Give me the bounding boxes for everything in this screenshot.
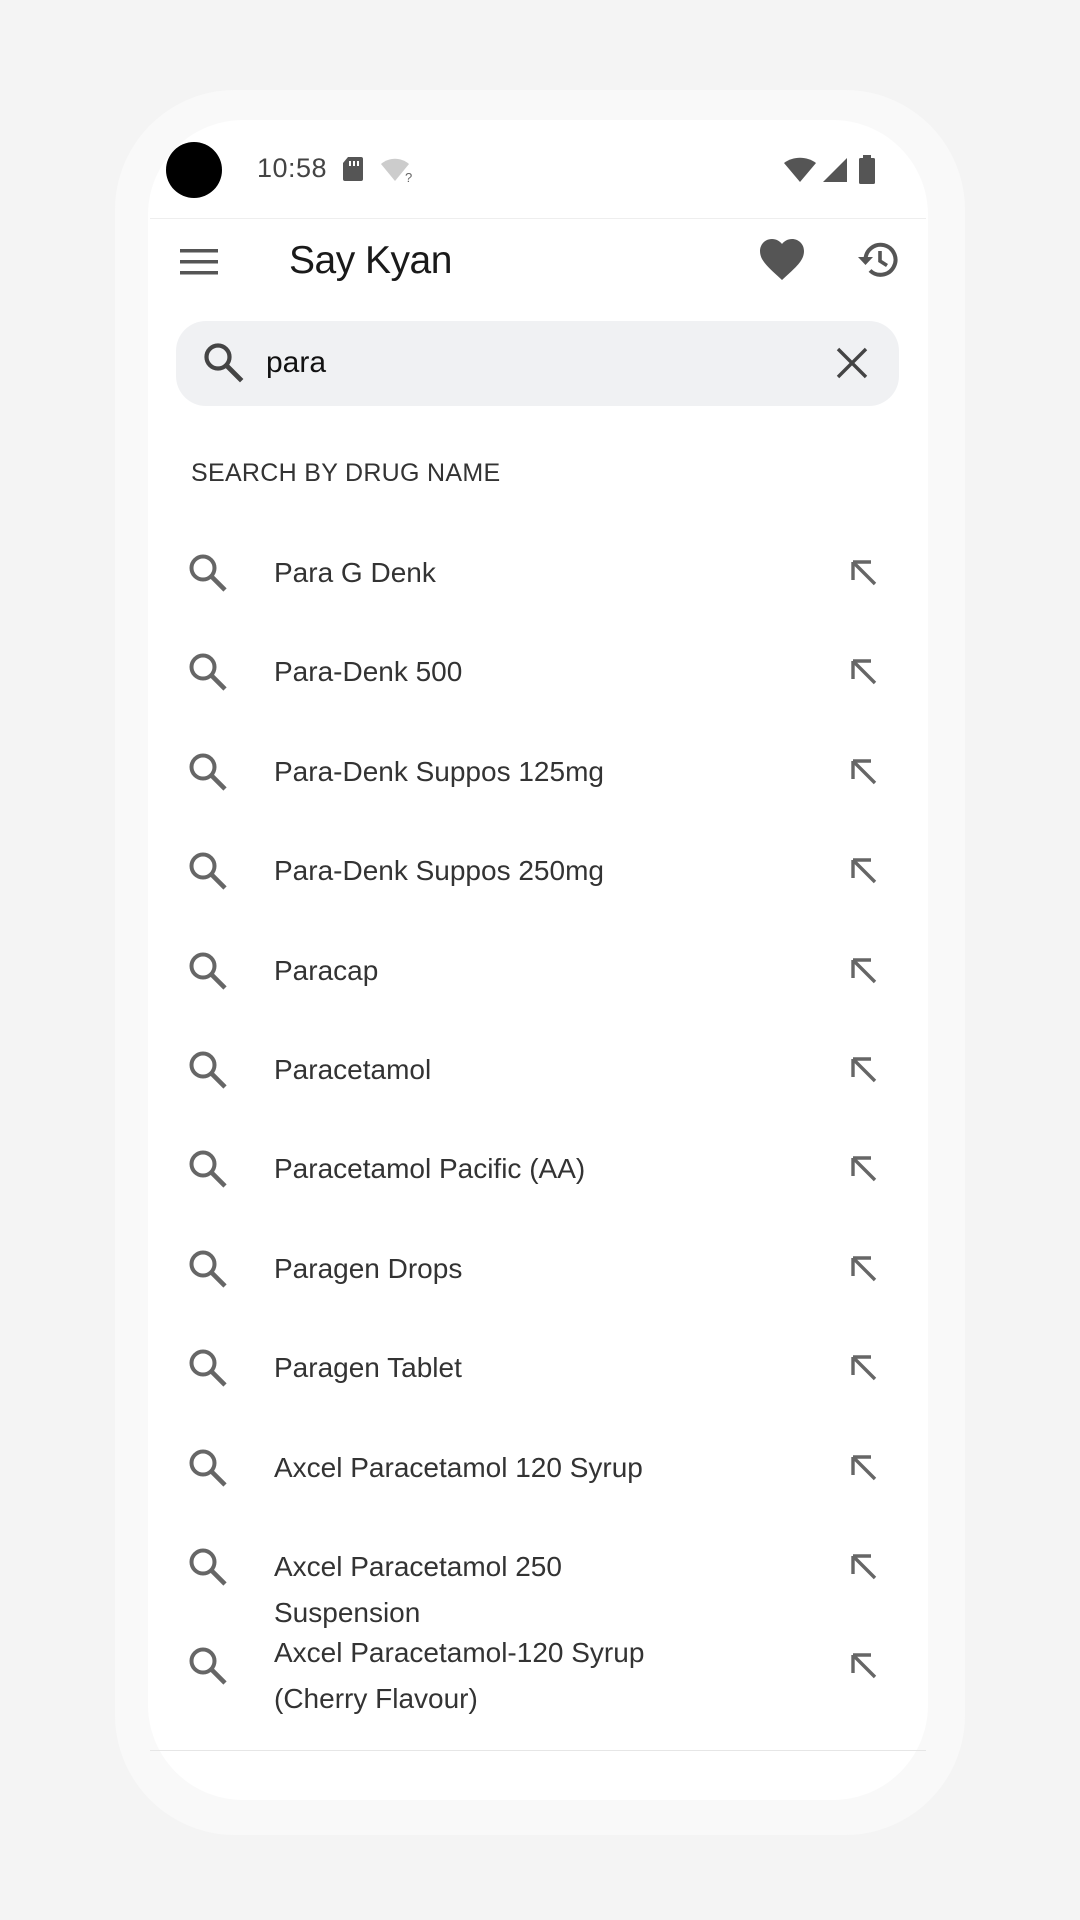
search-icon [187, 651, 231, 700]
svg-text:?: ? [405, 170, 412, 183]
list-item[interactable]: Paragen Tablet [150, 1321, 926, 1420]
list-item-label: Para-Denk 500 [274, 656, 463, 688]
list-item[interactable]: Paracetamol Pacific (AA) [150, 1122, 926, 1221]
list-item-label: Paragen Drops [274, 1252, 463, 1284]
arrow-up-left-icon[interactable] [847, 1550, 881, 1589]
arrow-up-left-icon[interactable] [847, 1252, 881, 1291]
list-item[interactable]: Para-Denk Suppos 125mg [150, 725, 926, 824]
section-header: SEARCH BY DRUG NAME [191, 459, 501, 487]
search-icon [187, 1645, 231, 1694]
search-input[interactable] [266, 339, 786, 387]
arrow-up-left-icon[interactable] [847, 755, 881, 794]
list-item[interactable]: Paracap [150, 924, 926, 1023]
list-item[interactable]: Paracetamol [150, 1023, 926, 1122]
list-item-label: Para-Denk Suppos 125mg [274, 755, 604, 787]
list-item[interactable]: Axcel Paracetamol 120 Syrup [150, 1421, 926, 1520]
arrow-up-left-icon[interactable] [847, 1649, 881, 1688]
front-camera [166, 142, 222, 198]
list-item-label: Axcel Paracetamol-120 Syrup (Cherry Flav… [274, 1637, 645, 1715]
list-item-label: Para-Denk Suppos 250mg [274, 855, 604, 887]
search-icon [187, 1248, 231, 1297]
cell-signal-icon [822, 157, 848, 188]
list-item[interactable]: Para G Denk [150, 526, 926, 625]
wifi-icon [784, 157, 816, 188]
search-icon [187, 850, 231, 899]
arrow-up-left-icon[interactable] [847, 954, 881, 993]
wifi-question-icon: ? [381, 157, 415, 188]
menu-icon[interactable] [178, 246, 222, 283]
sd-card-icon [342, 156, 364, 187]
arrow-up-left-icon[interactable] [847, 1351, 881, 1390]
search-icon [187, 950, 231, 999]
list-item-label: Paragen Tablet [274, 1352, 462, 1384]
search-icon [187, 1546, 231, 1595]
app-title: Say Kyan [289, 239, 452, 282]
list-item-label: Para G Denk [274, 557, 436, 588]
search-icon [187, 751, 231, 800]
arrow-up-left-icon[interactable] [847, 1451, 881, 1490]
list-item[interactable]: Paragen Drops [150, 1222, 926, 1321]
search-icon [187, 552, 231, 601]
list-item-label: Paracetamol Pacific (AA) [274, 1153, 586, 1185]
search-icon [187, 1447, 231, 1496]
list-item-label: Paracap [274, 954, 379, 986]
list-item[interactable]: Para-Denk Suppos 250mg [150, 824, 926, 923]
status-divider [150, 218, 926, 219]
arrow-up-left-icon[interactable] [847, 1053, 881, 1092]
search-bar [176, 321, 899, 406]
search-icon [187, 1148, 231, 1197]
list-item-label: Axcel Paracetamol 120 Syrup [274, 1451, 643, 1483]
search-icon [187, 1049, 231, 1098]
search-icon [187, 1347, 231, 1396]
arrow-up-left-icon[interactable] [847, 655, 881, 694]
list-item[interactable]: Axcel Paracetamol-120 Syrup (Cherry Flav… [150, 1619, 926, 1739]
close-icon[interactable] [832, 343, 872, 388]
arrow-up-left-icon[interactable] [847, 556, 881, 595]
search-icon [202, 341, 246, 390]
battery-icon [858, 155, 876, 190]
heart-icon[interactable] [759, 238, 805, 287]
list-item[interactable]: Axcel Paracetamol 250 Suspension [150, 1520, 926, 1628]
list-item[interactable]: Para-Denk 500 [150, 625, 926, 724]
status-time: 10:58 [257, 153, 328, 183]
arrow-up-left-icon[interactable] [847, 854, 881, 893]
history-icon[interactable] [855, 238, 901, 287]
list-item-label: Paracetamol [274, 1053, 432, 1085]
arrow-up-left-icon[interactable] [847, 1152, 881, 1191]
results-list: Para G Denk Para-Denk 500 Para-Denk Supp… [150, 526, 926, 1739]
bottom-divider [150, 1750, 926, 1751]
